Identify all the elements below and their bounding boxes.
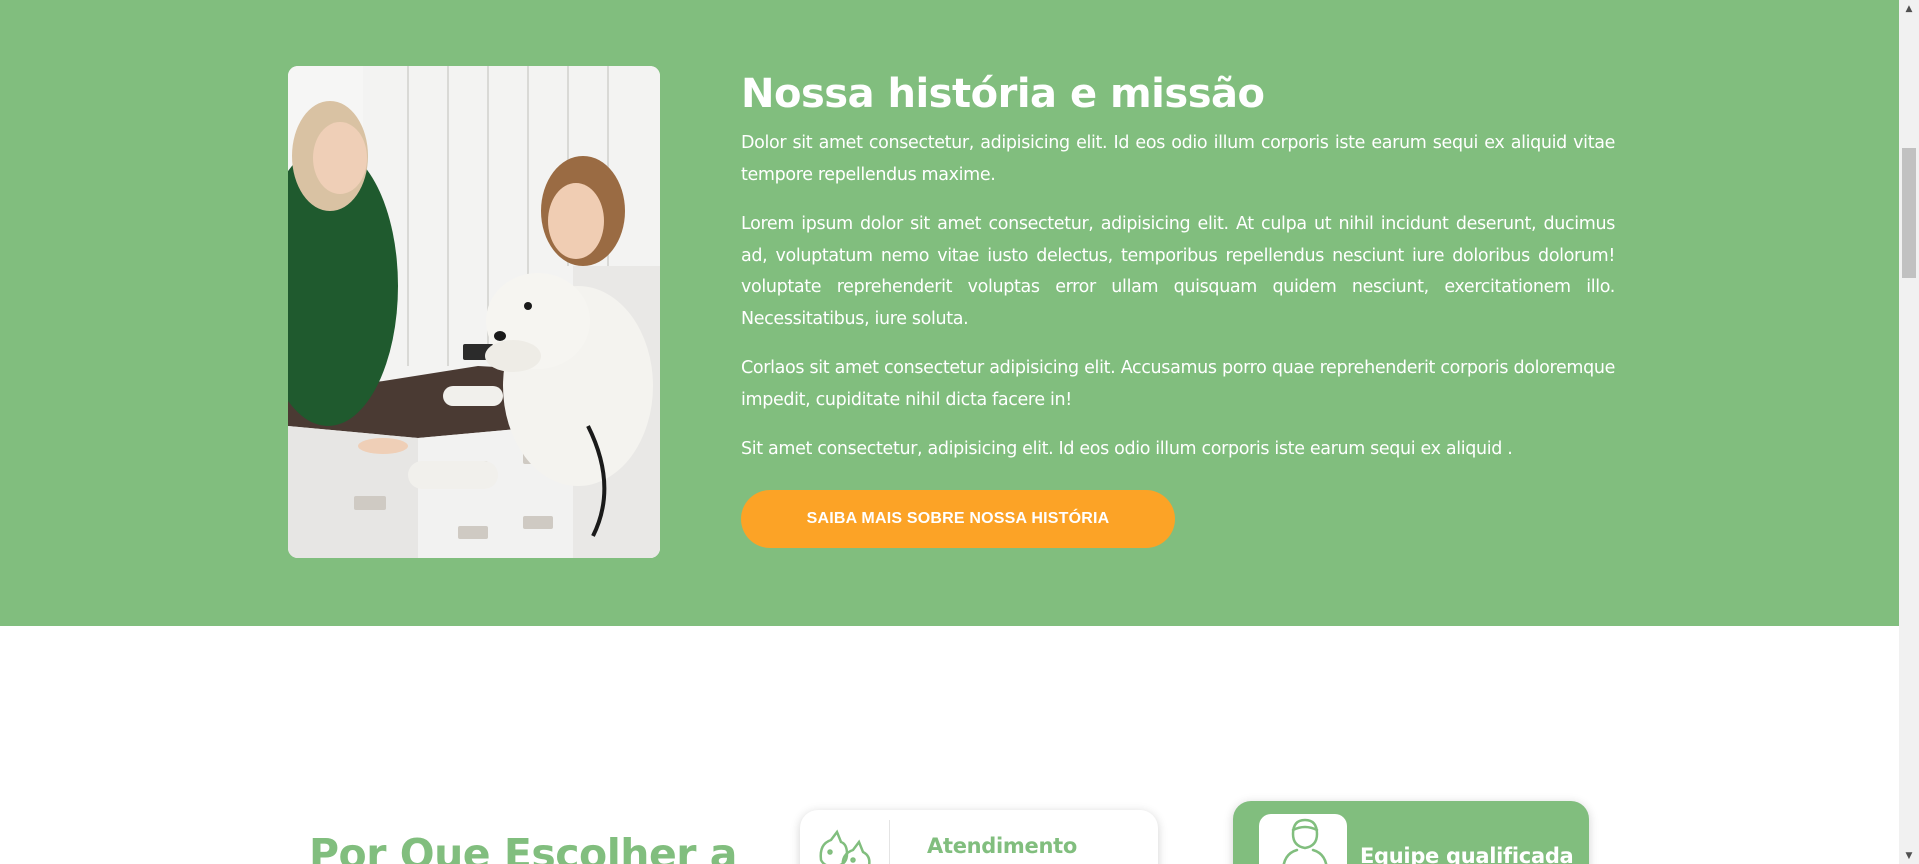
pets-icon [806, 820, 890, 864]
about-content: Nossa história e missão Dolor sit amet c… [741, 66, 1615, 548]
feature-card-equipe[interactable]: Equipe qualificada [1233, 801, 1589, 864]
why-choose-title: Por Que Escolher a [309, 830, 737, 864]
about-paragraph-1: Dolor sit amet consectetur, adipisicing … [741, 133, 1615, 185]
arrow-down-icon[interactable]: ▼ [1899, 847, 1919, 864]
arrow-up-icon[interactable]: ▲ [1899, 0, 1919, 17]
about-paragraph-2: Lorem ipsum dolor sit amet consectetur, … [741, 214, 1615, 329]
about-photo [288, 66, 660, 558]
history-cta-button[interactable]: SAIBA MAIS SOBRE NOSSA HISTÓRIA [741, 490, 1175, 548]
scrollbar-thumb[interactable] [1902, 148, 1916, 278]
vet-clinic-image [288, 66, 660, 558]
feature-card-title: Atendimento [927, 834, 1077, 858]
page-scrollbar[interactable]: ▲ ▼ [1899, 0, 1919, 864]
about-title: Nossa história e missão [741, 71, 1265, 117]
feature-card-title: Equipe qualificada [1360, 844, 1574, 864]
feature-card-atendimento[interactable]: Atendimento [800, 810, 1158, 864]
vet-person-icon [1259, 814, 1347, 864]
about-paragraph-4: Sit amet consectetur, adipisicing elit. … [741, 439, 1513, 459]
about-section: Nossa história e missão Dolor sit amet c… [0, 0, 1899, 626]
about-paragraph-3: Corlaos sit amet consectetur adipisicing… [741, 358, 1615, 410]
